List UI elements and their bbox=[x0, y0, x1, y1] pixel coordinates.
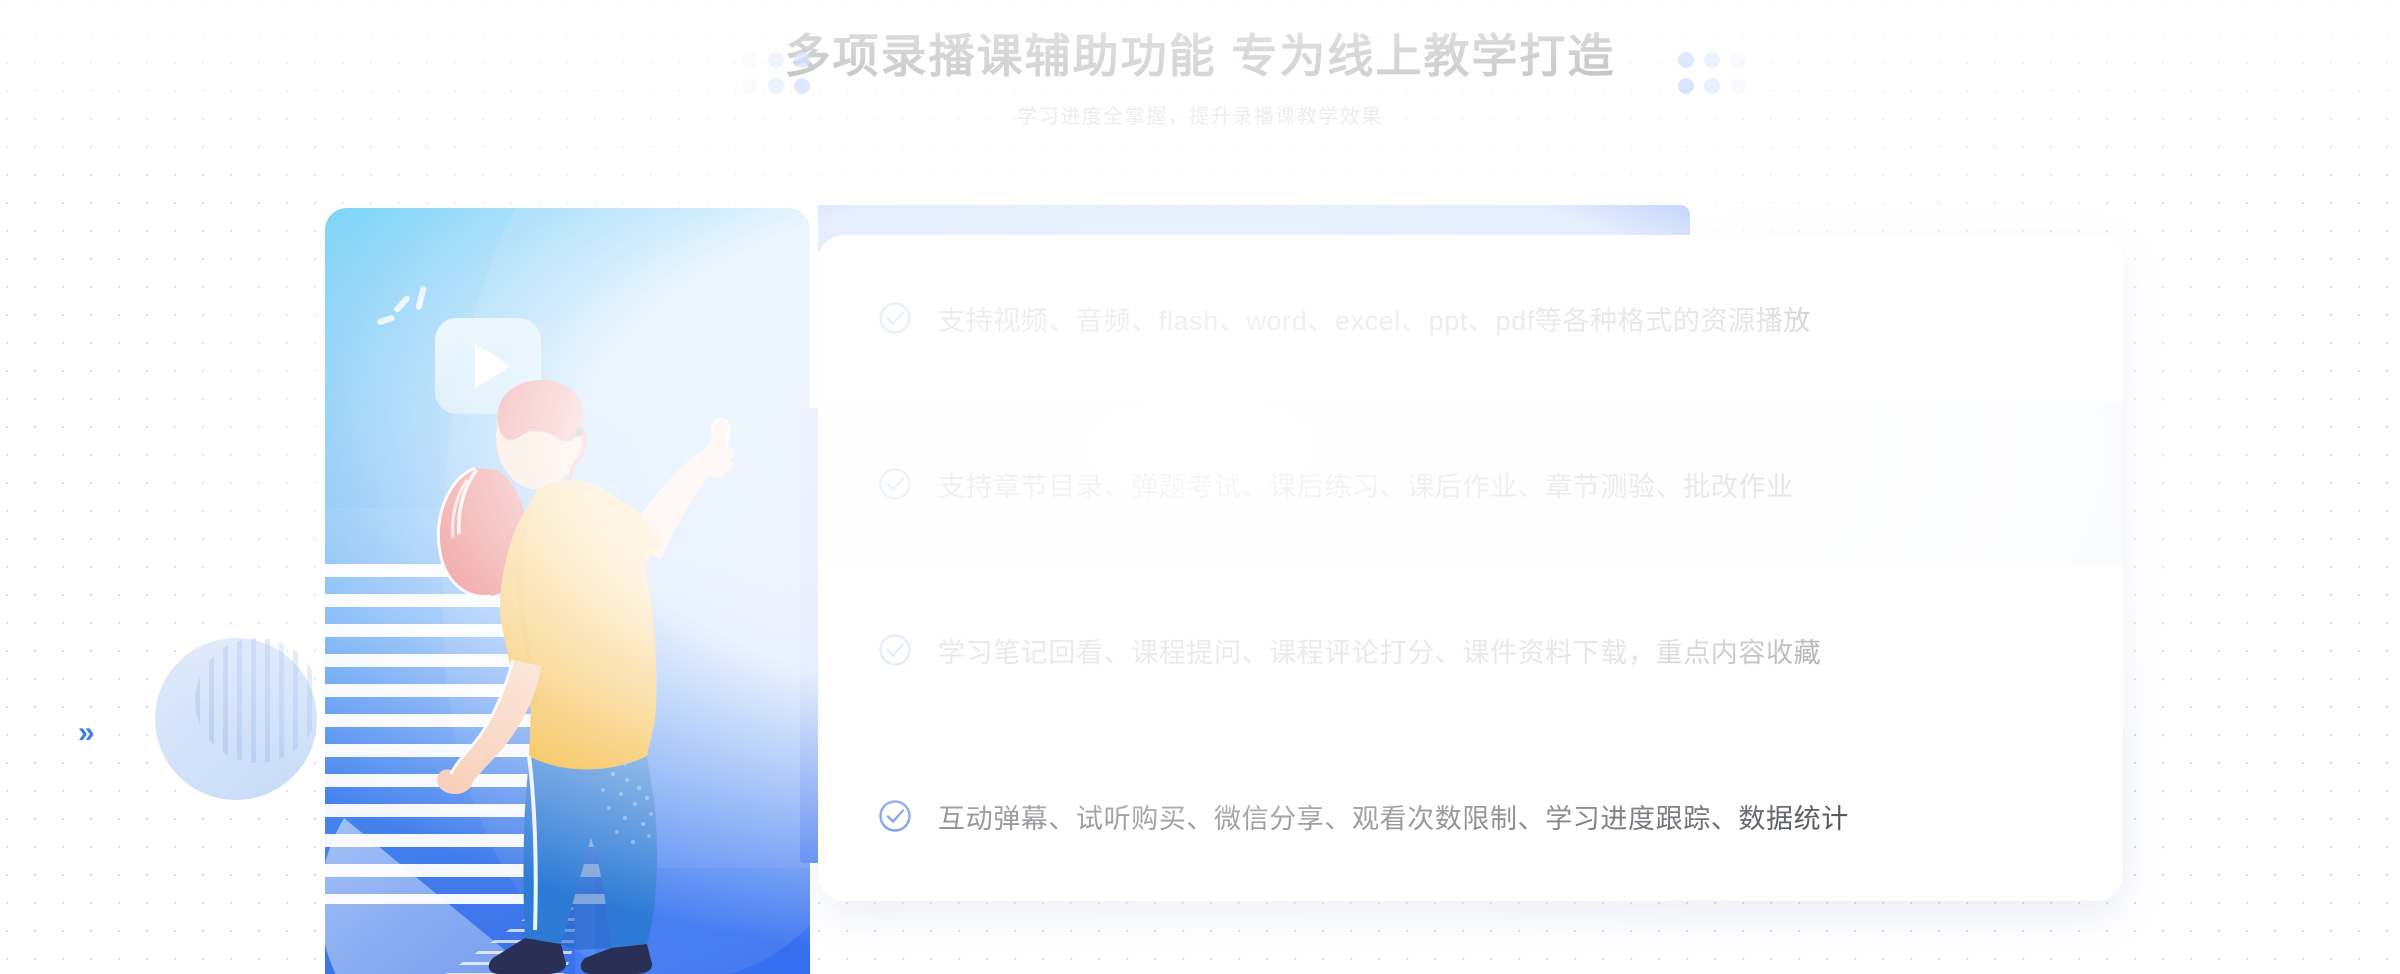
page-header: 多项录播课辅助功能 专为线上教学打造 学习进度全掌握，提升录播课教学效果 bbox=[0, 0, 2400, 129]
page-subtitle: 学习进度全掌握，提升录播课教学效果 bbox=[1017, 105, 1383, 128]
feature-text: 互动弹幕、试听购买、微信分享、观看次数限制、学习进度跟踪、数据统计 bbox=[938, 803, 1849, 834]
feature-row-4[interactable]: 互动弹幕、试听购买、微信分享、观看次数限制、学习进度跟踪、数据统计 bbox=[818, 733, 2123, 899]
decorative-dot-grid-right bbox=[1678, 52, 1746, 94]
decorative-circle-stripes bbox=[195, 638, 320, 763]
feature-row-3[interactable]: 学习笔记回看、课程提问、课程评论打分、课件资料下载，重点内容收藏 bbox=[818, 567, 2123, 733]
illustration-panel: « bbox=[325, 208, 810, 974]
check-circle-icon bbox=[879, 634, 911, 666]
feature-text: 学习笔记回看、课程提问、课程评论打分、课件资料下载，重点内容收藏 bbox=[938, 637, 1822, 668]
check-circle-icon bbox=[879, 800, 911, 832]
chevron-right-icon: » bbox=[78, 716, 95, 749]
feature-row-1[interactable]: 支持视频、音频、flash、word、excel、ppt、pdf等各种格式的资源… bbox=[818, 235, 2123, 401]
check-circle-icon bbox=[879, 468, 911, 500]
character-illustration bbox=[436, 380, 736, 974]
page-stage: « bbox=[0, 0, 2400, 974]
page-title: 多项录播课辅助功能 专为线上教学打造 bbox=[784, 30, 1616, 82]
feature-text: 支持章节目录、弹题考试、课后练习、课后作业、章节测验、批改作业 bbox=[938, 471, 1794, 502]
check-circle-icon bbox=[879, 302, 911, 334]
decorative-dot-grid-left bbox=[742, 52, 810, 94]
feature-row-2[interactable]: 支持章节目录、弹题考试、课后练习、课后作业、章节测验、批改作业 bbox=[818, 401, 2123, 567]
feature-text: 支持视频、音频、flash、word、excel、ppt、pdf等各种格式的资源… bbox=[938, 305, 1811, 336]
feature-card: 支持视频、音频、flash、word、excel、ppt、pdf等各种格式的资源… bbox=[818, 235, 2123, 901]
